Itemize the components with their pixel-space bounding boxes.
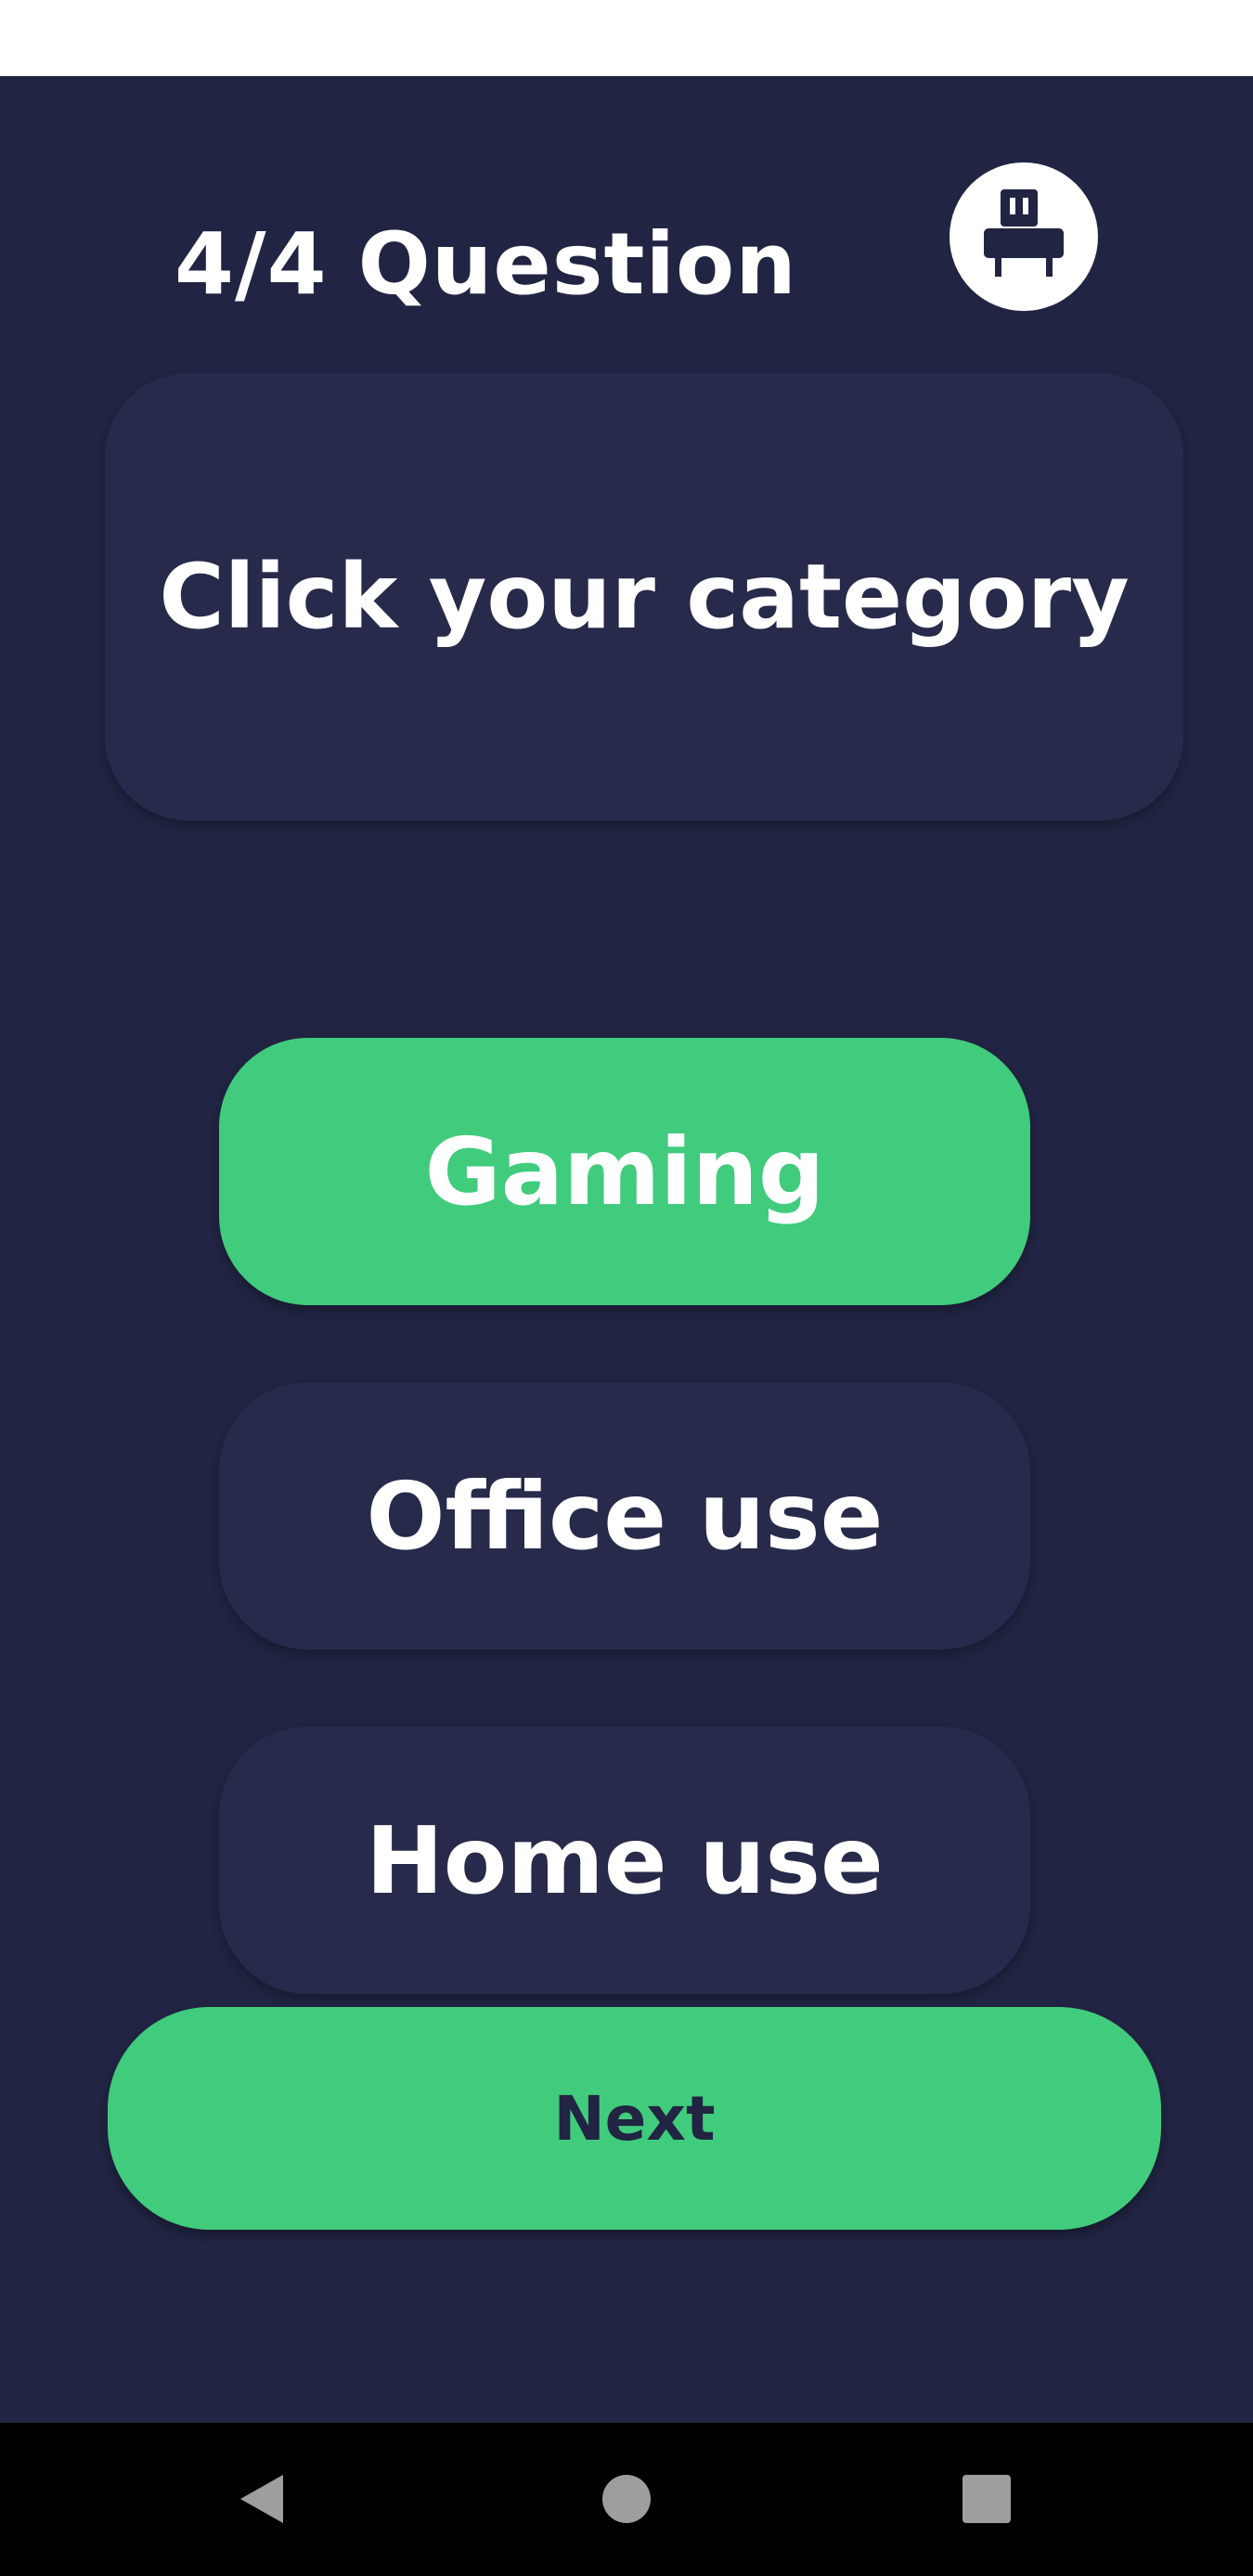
question-counter-title: 4/4 Question [174, 214, 797, 314]
option-label: Office use [366, 1461, 884, 1571]
option-label: Home use [366, 1806, 884, 1915]
home-circle-icon [602, 2475, 651, 2523]
nav-back-button[interactable] [216, 2453, 309, 2545]
back-triangle-icon [240, 2475, 283, 2523]
nav-recents-button[interactable] [940, 2453, 1033, 2545]
robot-icon [984, 189, 1064, 277]
screen: 4/4 Question Click your category Gaming … [0, 0, 1253, 2576]
option-office-use[interactable]: Office use [219, 1382, 1030, 1650]
option-gaming[interactable]: Gaming [219, 1038, 1030, 1305]
question-text: Click your category [159, 545, 1130, 649]
option-home-use[interactable]: Home use [219, 1727, 1030, 1994]
system-nav-bar [0, 2423, 1253, 2576]
status-bar [0, 0, 1253, 76]
recents-square-icon [962, 2475, 1011, 2523]
question-card: Click your category [105, 373, 1183, 821]
avatar[interactable] [949, 162, 1098, 311]
next-button-label: Next [553, 2082, 716, 2155]
option-label: Gaming [424, 1117, 825, 1226]
next-button[interactable]: Next [108, 2007, 1161, 2230]
nav-home-button[interactable] [580, 2453, 673, 2545]
